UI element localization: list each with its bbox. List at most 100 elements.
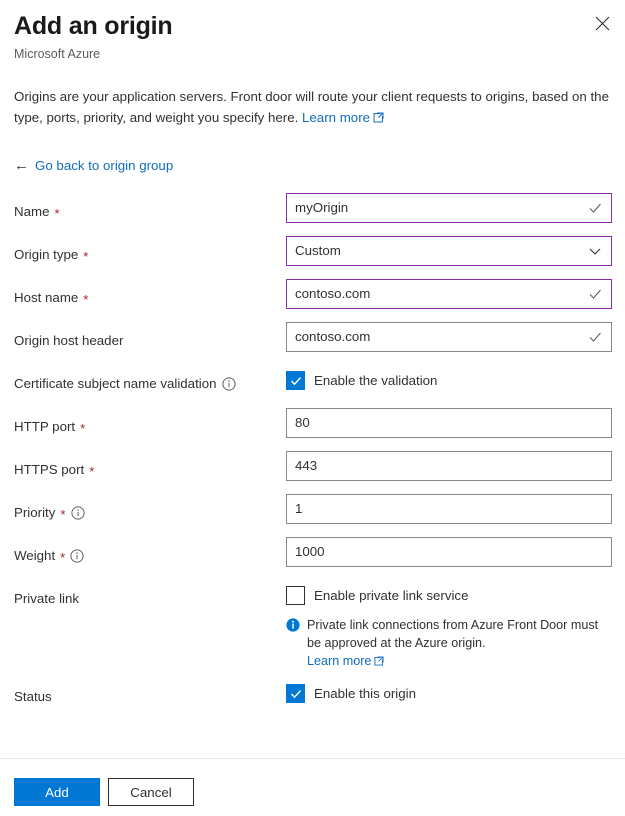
label-http-port-text: HTTP port: [14, 418, 75, 436]
control-http-port: 80: [286, 408, 625, 438]
form-row-host-name: Host name * contoso.com: [0, 279, 625, 322]
label-https-port: HTTPS port *: [0, 451, 286, 479]
info-icon[interactable]: [222, 377, 236, 391]
info-filled-icon: [286, 618, 300, 671]
status-checkbox[interactable]: [286, 684, 305, 703]
label-private-link: Private link: [0, 580, 286, 608]
https-port-input[interactable]: 443: [286, 451, 612, 481]
control-weight: 1000: [286, 537, 625, 567]
control-host-name: contoso.com: [286, 279, 625, 309]
required-asterisk: *: [80, 422, 85, 435]
cert-validation-checkbox-row[interactable]: Enable the validation: [286, 365, 612, 390]
label-status-text: Status: [14, 688, 52, 706]
priority-input-value: 1: [295, 500, 603, 518]
label-name-text: Name: [14, 203, 49, 221]
required-asterisk: *: [60, 551, 65, 564]
form-row-priority: Priority * 1: [0, 494, 625, 537]
required-asterisk: *: [83, 250, 88, 263]
label-http-port: HTTP port *: [0, 408, 286, 436]
form-row-cert-validation: Certificate subject name validation Enab…: [0, 365, 625, 408]
control-https-port: 443: [286, 451, 625, 481]
control-status: Enable this origin: [286, 678, 625, 703]
control-origin-host-header: contoso.com: [286, 322, 625, 352]
control-origin-type: Custom: [286, 236, 625, 266]
check-icon: [290, 688, 302, 700]
label-priority: Priority *: [0, 494, 286, 522]
control-priority: 1: [286, 494, 625, 524]
checkmark-icon: [587, 200, 603, 216]
chevron-down-icon: [587, 243, 603, 259]
private-link-learn-more-link[interactable]: Learn more: [307, 654, 371, 668]
form-row-name: Name * myOrigin: [0, 193, 625, 236]
description-learn-more-link[interactable]: Learn more: [302, 110, 370, 125]
go-back-label: Go back to origin group: [35, 158, 173, 173]
label-name: Name *: [0, 193, 286, 221]
required-asterisk: *: [60, 508, 65, 521]
form-row-https-port: HTTPS port * 443: [0, 451, 625, 494]
cancel-button[interactable]: Cancel: [108, 778, 194, 806]
required-asterisk: *: [89, 465, 94, 478]
status-checkbox-row[interactable]: Enable this origin: [286, 678, 612, 703]
origin-type-select[interactable]: Custom: [286, 236, 612, 266]
control-private-link: Enable private link service Private link…: [286, 580, 625, 671]
checkmark-icon: [587, 329, 603, 345]
status-checkbox-label: Enable this origin: [314, 685, 416, 703]
origin-form: Name * myOrigin Origin type * Custom: [0, 193, 625, 721]
close-icon: [595, 16, 610, 31]
add-button[interactable]: Add: [14, 778, 100, 806]
label-origin-type-text: Origin type: [14, 246, 78, 264]
weight-input[interactable]: 1000: [286, 537, 612, 567]
footer-divider: [0, 758, 625, 759]
label-weight: Weight *: [0, 537, 286, 565]
label-status: Status: [0, 678, 286, 706]
arrow-left-icon: ←: [14, 158, 29, 173]
form-row-weight: Weight * 1000: [0, 537, 625, 580]
label-priority-text: Priority: [14, 504, 55, 522]
panel-footer: Add Cancel: [14, 778, 194, 806]
private-link-checkbox-row[interactable]: Enable private link service: [286, 580, 612, 605]
required-asterisk: *: [83, 293, 88, 306]
form-row-http-port: HTTP port * 80: [0, 408, 625, 451]
private-link-info-note: Private link connections from Azure Fron…: [286, 616, 608, 671]
control-name: myOrigin: [286, 193, 625, 223]
cert-validation-checkbox[interactable]: [286, 371, 305, 390]
http-port-input[interactable]: 80: [286, 408, 612, 438]
info-icon[interactable]: [71, 506, 85, 520]
private-link-checkbox[interactable]: [286, 586, 305, 605]
host-name-input[interactable]: contoso.com: [286, 279, 612, 309]
http-port-input-value: 80: [295, 414, 603, 432]
form-row-origin-host-header: Origin host header contoso.com: [0, 322, 625, 365]
name-input-value: myOrigin: [295, 199, 587, 217]
priority-input[interactable]: 1: [286, 494, 612, 524]
label-cert-validation: Certificate subject name validation: [0, 365, 286, 393]
panel-description: Origins are your application servers. Fr…: [14, 86, 612, 129]
checkmark-icon: [587, 286, 603, 302]
label-host-name: Host name *: [0, 279, 286, 307]
label-host-name-text: Host name: [14, 289, 78, 307]
form-row-status: Status Enable this origin: [0, 678, 625, 721]
host-name-input-value: contoso.com: [295, 285, 587, 303]
origin-type-selected-value: Custom: [295, 242, 587, 260]
private-link-note-text-wrap: Private link connections from Azure Fron…: [307, 616, 608, 671]
check-icon: [290, 375, 302, 387]
name-input[interactable]: myOrigin: [286, 193, 612, 223]
private-link-note-text: Private link connections from Azure Fron…: [307, 618, 598, 650]
go-back-to-origin-group-link[interactable]: ← Go back to origin group: [14, 158, 173, 173]
form-row-private-link: Private link Enable private link service…: [0, 580, 625, 678]
panel-header: Add an origin Microsoft Azure: [0, 0, 625, 63]
required-asterisk: *: [54, 207, 59, 220]
origin-host-header-input-value: contoso.com: [295, 328, 587, 346]
label-origin-host-header-text: Origin host header: [14, 332, 123, 350]
info-icon[interactable]: [70, 549, 84, 563]
weight-input-value: 1000: [295, 543, 603, 561]
label-origin-type: Origin type *: [0, 236, 286, 264]
cert-validation-checkbox-label: Enable the validation: [314, 372, 437, 390]
label-private-link-text: Private link: [14, 590, 79, 608]
private-link-checkbox-label: Enable private link service: [314, 587, 468, 605]
label-weight-text: Weight: [14, 547, 55, 565]
close-button[interactable]: [587, 8, 617, 38]
label-origin-host-header: Origin host header: [0, 322, 286, 350]
origin-host-header-input[interactable]: contoso.com: [286, 322, 612, 352]
control-cert-validation: Enable the validation: [286, 365, 625, 390]
external-link-icon: [373, 108, 384, 129]
